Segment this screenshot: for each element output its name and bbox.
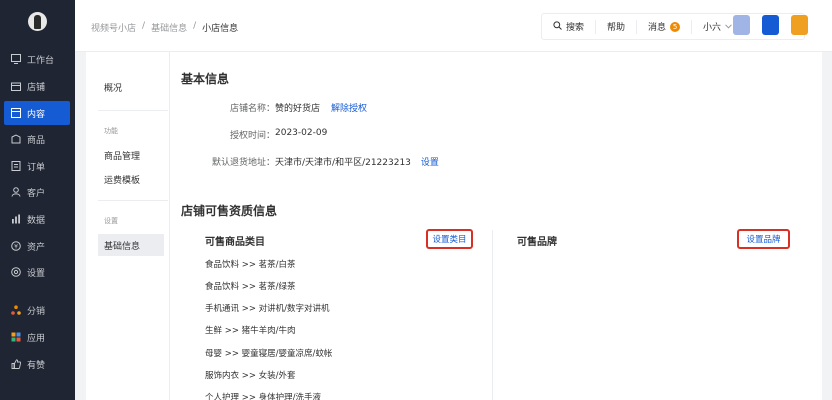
sidebar-item-youzan[interactable]: 有赞	[4, 352, 70, 376]
sidebar-item-label: 内容	[27, 109, 46, 120]
set-brands-button[interactable]: 设置品牌	[737, 229, 790, 249]
category-item: 服饰内衣 >> 女装/外套	[205, 371, 296, 381]
brands-title: 可售品牌	[517, 237, 557, 248]
auth-time-value: 2023-02-09	[275, 128, 328, 138]
set-return-address-link[interactable]: 设置	[421, 155, 439, 168]
subnav-divider	[98, 110, 168, 111]
messages-label: 消息	[648, 23, 667, 33]
main-sidebar: 工作台 店铺 内容 商品 订单 客户 数据 ¥ 资产 设置 分销 应用 有赞	[0, 0, 75, 400]
sidebar-item-store[interactable]: 店铺	[4, 74, 70, 98]
sidebar-item-label: 分销	[27, 306, 46, 317]
return-address-value: 天津市/天津市/和平区/21223213	[275, 158, 411, 168]
column-divider	[492, 230, 493, 400]
breadcrumb-separator: /	[142, 21, 146, 31]
messages-count-badge: 5	[670, 21, 681, 32]
apps-icon	[10, 332, 21, 343]
shop-avatar[interactable]	[28, 12, 47, 31]
app-shortcuts	[733, 15, 808, 35]
return-address-label: 默认退货地址：	[211, 158, 275, 168]
app-shortcut-icon[interactable]	[733, 15, 750, 35]
subnav-divider	[98, 200, 168, 201]
chevron-down-icon	[725, 22, 732, 32]
sidebar-item-workbench[interactable]: 工作台	[4, 47, 70, 71]
sidebar-item-label: 工作台	[27, 55, 55, 66]
category-item: 食品饮料 >> 茗茶/绿茶	[205, 282, 296, 292]
sidebar-item-apps[interactable]: 应用	[4, 325, 70, 349]
breadcrumb-item-basic-info[interactable]: 基础信息	[151, 21, 187, 34]
store-name-label: 店铺名称：	[229, 104, 275, 114]
sidebar-item-label: 资产	[27, 242, 46, 253]
categories-title: 可售商品类目	[205, 237, 265, 248]
sidebar-item-data[interactable]: 数据	[4, 207, 70, 231]
breadcrumb: 视频号小店 / 基础信息 / 小店信息	[91, 21, 238, 34]
category-item: 食品饮料 >> 茗茶/白茶	[205, 260, 296, 270]
sidebar-item-label: 商品	[27, 135, 46, 146]
help-label: 帮助	[607, 23, 626, 33]
sidebar-item-settings[interactable]: 设置	[4, 260, 70, 284]
category-item: 母婴 >> 婴童寝居/婴童凉席/蚊帐	[205, 349, 333, 359]
messages-button[interactable]: 消息 5	[637, 19, 693, 34]
subnav-item-product-management[interactable]: 商品管理	[98, 144, 164, 166]
sidebar-item-distribution[interactable]: 分销	[4, 298, 70, 322]
top-bar: 视频号小店 / 基础信息 / 小店信息 搜索 帮助 消息 5 小六	[75, 0, 832, 52]
sidebar-item-content[interactable]: 内容	[4, 101, 70, 125]
category-item: 手机通讯 >> 对讲机/数字对讲机	[205, 304, 330, 314]
sidebar-item-label: 设置	[27, 268, 46, 279]
auth-time-row: 授权时间： 2023-02-09	[182, 128, 327, 141]
category-item: 生鲜 >> 猪牛羊肉/牛肉	[205, 326, 296, 336]
store-name-value: 赞的好货店	[275, 104, 321, 114]
distribution-icon	[10, 305, 21, 316]
customer-icon	[10, 187, 21, 198]
subnav-item-overview[interactable]: 概况	[98, 76, 164, 98]
product-icon	[10, 134, 21, 145]
settings-icon	[10, 267, 21, 278]
return-address-row: 默认退货地址： 天津市/天津市/和平区/21223213 设置	[182, 155, 439, 168]
sidebar-item-label: 客户	[27, 188, 46, 199]
qualification-title: 店铺可售资质信息	[181, 204, 278, 218]
search-icon	[553, 20, 562, 33]
store-icon	[10, 81, 21, 92]
breadcrumb-separator: /	[193, 21, 197, 31]
breadcrumb-item-current: 小店信息	[202, 24, 239, 34]
app-shortcut-icon[interactable]	[762, 15, 779, 35]
subnav-group-function: 功能	[104, 127, 118, 135]
sidebar-item-customer[interactable]: 客户	[4, 180, 70, 204]
main-content: 概况 功能 商品管理 运费模板 设置 基础信息 基本信息 店铺名称： 赞的好货店…	[86, 52, 822, 400]
dashboard-icon	[10, 54, 21, 65]
data-icon	[10, 214, 21, 225]
svg-text:¥: ¥	[14, 244, 18, 251]
sidebar-item-order[interactable]: 订单	[4, 154, 70, 178]
sidebar-item-label: 有赞	[27, 360, 46, 371]
sidebar-item-label: 数据	[27, 215, 46, 226]
sidebar-item-label: 店铺	[27, 82, 46, 93]
subnav-item-basic-info[interactable]: 基础信息	[98, 234, 164, 256]
breadcrumb-item-shop[interactable]: 视频号小店	[91, 21, 136, 34]
auth-time-label: 授权时间：	[229, 131, 275, 141]
unbind-link[interactable]: 解除授权	[331, 101, 367, 114]
sidebar-item-asset[interactable]: ¥ 资产	[4, 234, 70, 258]
app-shortcut-icon[interactable]	[791, 15, 808, 35]
set-categories-button[interactable]: 设置类目	[426, 229, 473, 249]
asset-icon: ¥	[10, 241, 21, 252]
store-name-row: 店铺名称： 赞的好货店 解除授权	[182, 101, 367, 114]
user-name: 小六	[703, 23, 722, 33]
secondary-nav: 概况 功能 商品管理 运费模板 设置 基础信息	[86, 52, 170, 400]
order-icon	[10, 161, 21, 172]
subnav-item-shipping-template[interactable]: 运费模板	[98, 168, 164, 190]
subnav-group-settings: 设置	[104, 217, 118, 225]
search-label: 搜索	[566, 23, 585, 33]
basic-info-title: 基本信息	[181, 72, 230, 86]
category-item: 个人护理 >> 身体护理/洗手液	[205, 393, 322, 400]
sidebar-item-product[interactable]: 商品	[4, 127, 70, 151]
help-button[interactable]: 帮助	[596, 19, 638, 34]
sidebar-item-label: 应用	[27, 333, 46, 344]
content-icon	[10, 108, 21, 119]
sidebar-item-label: 订单	[27, 162, 46, 173]
search-button[interactable]: 搜索	[542, 19, 597, 34]
youzan-icon	[10, 359, 21, 370]
